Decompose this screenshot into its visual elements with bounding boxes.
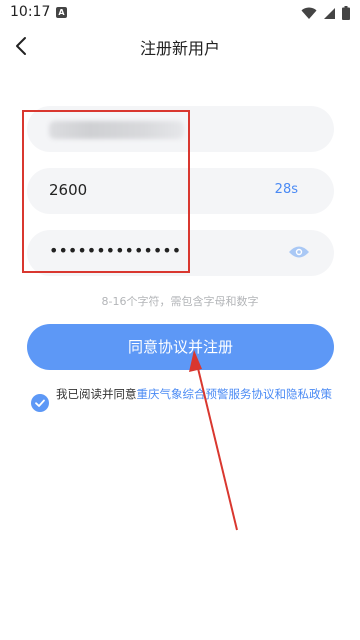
status-time: 10:17 (10, 4, 51, 20)
agreement-text: 我已阅读并同意重庆气象综合预警服务协议和隐私政策 (56, 385, 336, 403)
header: 注册新用户 (0, 26, 360, 66)
page-title: 注册新用户 (139, 39, 220, 58)
password-field[interactable]: •••••••••••••• (27, 230, 334, 276)
signal-icon (324, 7, 335, 19)
wifi-icon (301, 7, 317, 19)
agreement-prefix: 我已阅读并同意 (56, 387, 137, 401)
password-value: •••••••••••••• (49, 241, 182, 260)
agreement-link[interactable]: 重庆气象综合预警服务协议和隐私政策 (137, 387, 333, 401)
obscured-phone-number (49, 121, 184, 139)
notification-icon: A (56, 7, 67, 18)
battery-icon (342, 6, 350, 20)
resend-countdown[interactable]: 28s (275, 182, 298, 197)
phone-field[interactable] (27, 106, 334, 152)
status-icons (301, 6, 350, 20)
checkbox-checked-icon[interactable] (31, 394, 49, 412)
verification-code-field[interactable]: 2600 28s (27, 168, 334, 214)
eye-icon[interactable] (288, 244, 310, 260)
verification-code-value: 2600 (49, 181, 88, 199)
register-button[interactable]: 同意协议并注册 (27, 324, 334, 370)
password-hint: 8-16个字符，需包含字母和数字 (101, 295, 259, 308)
annotation-arrow (189, 350, 238, 531)
status-bar: 10:17 A (0, 0, 360, 26)
